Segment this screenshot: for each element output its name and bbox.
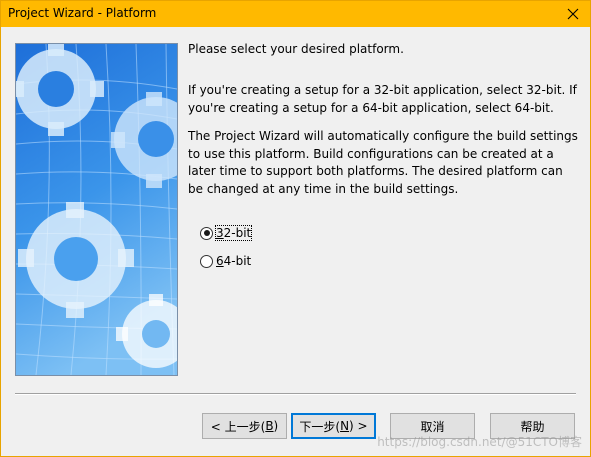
button-separator: [15, 393, 576, 395]
radio-64bit-label[interactable]: 64-bit: [216, 254, 251, 268]
close-icon: [567, 8, 579, 20]
bitness-guidance-text: If you're creating a setup for a 32-bit …: [188, 83, 577, 115]
radio-64bit-indicator[interactable]: [200, 254, 213, 268]
wizard-side-image: [15, 43, 178, 376]
next-button[interactable]: 下一步(N) >: [291, 413, 376, 439]
configuration-info-text: The Project Wizard will automatically co…: [188, 129, 578, 196]
watermark-text: https://blog.csdn.net/@51CTO博客: [377, 435, 582, 449]
window-title: Project Wizard - Platform: [8, 6, 157, 20]
radio-32bit[interactable]: 32-bit: [200, 224, 253, 242]
intro-text: Please select your desired platform.: [188, 42, 404, 56]
close-button[interactable]: [556, 1, 590, 27]
gears-illustration-icon: [16, 44, 177, 375]
title-bar[interactable]: Project Wizard - Platform: [1, 1, 590, 27]
wizard-window: Project Wizard - Platform Please select …: [0, 0, 591, 457]
radio-32bit-indicator[interactable]: [200, 226, 213, 240]
radio-32bit-label[interactable]: 32-bit: [214, 225, 253, 241]
back-button[interactable]: < 上一步(B): [202, 413, 287, 439]
radio-64bit[interactable]: 64-bit: [200, 252, 251, 270]
